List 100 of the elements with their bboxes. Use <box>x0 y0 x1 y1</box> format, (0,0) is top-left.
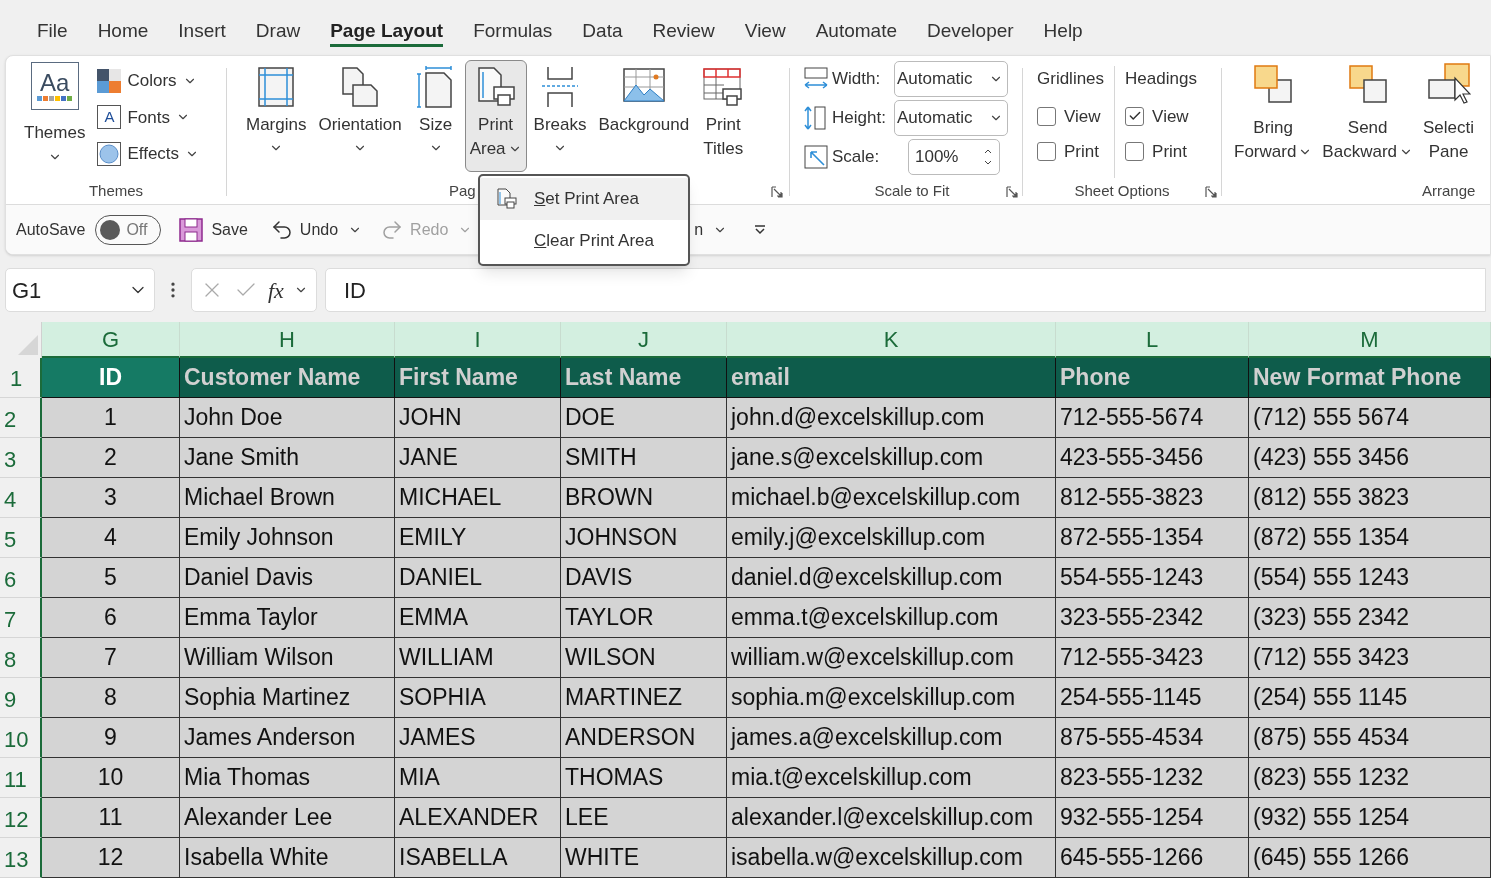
column-header[interactable]: G <box>42 322 180 358</box>
table-cell: 6 <box>42 598 180 638</box>
group-label: Arrange <box>1422 180 1476 201</box>
table-cell: THOMAS <box>561 758 727 798</box>
menu-tab[interactable]: Insert <box>163 12 241 53</box>
row-header[interactable]: 13 <box>0 838 42 878</box>
checkbox[interactable] <box>1125 142 1145 162</box>
table-cell: 2 <box>42 438 180 478</box>
menu-tab[interactable]: View <box>729 12 801 53</box>
name-box[interactable]: G1 <box>5 268 155 312</box>
table-cell: emma.t@excelskillup.com <box>727 598 1056 638</box>
save-button[interactable]: Save <box>179 217 248 242</box>
menu-tab[interactable]: Page Layout <box>315 12 459 53</box>
spinner-field[interactable]: 100% <box>908 138 1000 175</box>
field-label: Width: <box>832 67 882 90</box>
checkbox-option[interactable]: View <box>1037 103 1105 129</box>
row-header[interactable]: 1 <box>0 358 42 398</box>
themes-button[interactable]: Aa Themes <box>24 60 86 178</box>
table-cell: (712) 555 3423 <box>1249 638 1491 678</box>
scale-icon <box>802 142 830 171</box>
checkbox-option[interactable]: Print <box>1125 139 1197 165</box>
checkbox[interactable] <box>1125 106 1145 126</box>
dropdown-field[interactable]: Automatic <box>894 60 1008 97</box>
table-cell: MIA <box>395 758 561 798</box>
menu-tab[interactable]: File <box>22 12 83 53</box>
table-cell: mia.t@excelskillup.com <box>727 758 1056 798</box>
customize-toolbar-icon[interactable] <box>753 222 768 237</box>
insert-function-button[interactable]: fx <box>268 273 284 307</box>
menu-tab[interactable]: Automate <box>800 12 912 53</box>
group-label: Themes <box>88 180 144 201</box>
ribbon-button[interactable]: Margins <box>241 60 312 172</box>
row-header[interactable]: 12 <box>0 798 42 838</box>
checkbox-option[interactable]: Print <box>1037 139 1105 165</box>
column-header[interactable]: K <box>727 322 1056 358</box>
table-cell: 4 <box>42 518 180 558</box>
ribbon-button[interactable]: Print Titles <box>696 60 751 172</box>
table-cell: 712-555-3423 <box>1056 638 1249 678</box>
table-cell: WILSON <box>561 638 727 678</box>
column-header[interactable]: M <box>1249 322 1491 358</box>
dialog-launcher-icon[interactable] <box>771 186 783 198</box>
row-header[interactable]: 10 <box>0 718 42 758</box>
theme-option-button[interactable]: Colors <box>97 68 200 94</box>
table-cell: (323) 555 2342 <box>1249 598 1491 638</box>
menu-tab[interactable]: Home <box>82 12 164 53</box>
theme-option-button[interactable]: A Fonts <box>97 104 200 130</box>
table-cell: DANIEL <box>395 558 561 598</box>
menu-tab[interactable]: Draw <box>240 12 316 53</box>
ribbon-button[interactable]: Selecti Pane <box>1421 62 1477 178</box>
table-cell: WILLIAM <box>395 638 561 678</box>
menu-item[interactable]: Set Print Area <box>480 178 688 220</box>
ribbon-button[interactable]: Bring Forward <box>1232 62 1315 178</box>
dialog-launcher-icon[interactable] <box>1205 186 1217 198</box>
row-header[interactable]: 9 <box>0 678 42 718</box>
checkbox[interactable] <box>1037 106 1056 126</box>
menu-item[interactable]: Clear Print Area <box>480 220 688 262</box>
column-header[interactable]: L <box>1056 322 1249 358</box>
dialog-launcher-icon[interactable] <box>1006 186 1018 198</box>
menu-tab[interactable]: Review <box>637 12 730 53</box>
formula-input[interactable]: ID <box>325 268 1486 312</box>
row-header[interactable]: 3 <box>0 438 42 478</box>
table-cell: (875) 555 4534 <box>1249 718 1491 758</box>
ribbon-button[interactable]: Size <box>408 60 463 172</box>
table-cell: 12 <box>42 838 180 878</box>
menu-tab[interactable]: Data <box>567 12 638 53</box>
undo-button[interactable]: Undo <box>269 217 339 242</box>
table-cell: SOPHIA <box>395 678 561 718</box>
row-header[interactable]: 7 <box>0 598 42 638</box>
table-cell: (823) 555 1232 <box>1249 758 1491 798</box>
ribbon-button[interactable]: Breaks <box>528 60 592 172</box>
table-cell: emily.j@excelskillup.com <box>727 518 1056 558</box>
menu-tab[interactable]: Formulas <box>458 12 568 53</box>
print-area-button[interactable]: Print Area <box>464 60 527 172</box>
checkbox-option[interactable]: View <box>1125 103 1197 129</box>
dropdown-field[interactable]: Automatic <box>894 99 1008 136</box>
table-cell: TAYLOR <box>561 598 727 638</box>
theme-option-button[interactable]: Effects <box>97 141 200 167</box>
ribbon-button[interactable]: Background <box>593 60 695 172</box>
table-header-cell: First Name <box>395 358 561 398</box>
menu-tab[interactable]: Help <box>1028 12 1098 53</box>
column-header[interactable]: J <box>561 322 727 358</box>
table-header-cell: email <box>727 358 1056 398</box>
row-header[interactable]: 2 <box>0 398 42 438</box>
table-cell: Isabella White <box>180 838 395 878</box>
checkbox[interactable] <box>1037 142 1056 162</box>
ribbon-button[interactable]: Orientation <box>313 60 407 172</box>
row-header[interactable]: 11 <box>0 758 42 798</box>
column-header[interactable]: H <box>180 322 395 358</box>
table-cell: 323-555-2342 <box>1056 598 1249 638</box>
row-header[interactable]: 4 <box>0 478 42 518</box>
table-cell: MARTINEZ <box>561 678 727 718</box>
row-header[interactable]: 5 <box>0 518 42 558</box>
menu-tab[interactable]: Developer <box>912 12 1029 53</box>
row-header[interactable]: 6 <box>0 558 42 598</box>
table-cell: (645) 555 1266 <box>1249 838 1491 878</box>
table-cell: Alexander Lee <box>180 798 395 838</box>
table-header-cell: ID <box>42 358 180 398</box>
row-header[interactable]: 8 <box>0 638 42 678</box>
ribbon-button[interactable]: Send Backward <box>1320 62 1415 178</box>
column-header[interactable]: I <box>395 322 561 358</box>
selection-pane-icon <box>1426 62 1471 106</box>
